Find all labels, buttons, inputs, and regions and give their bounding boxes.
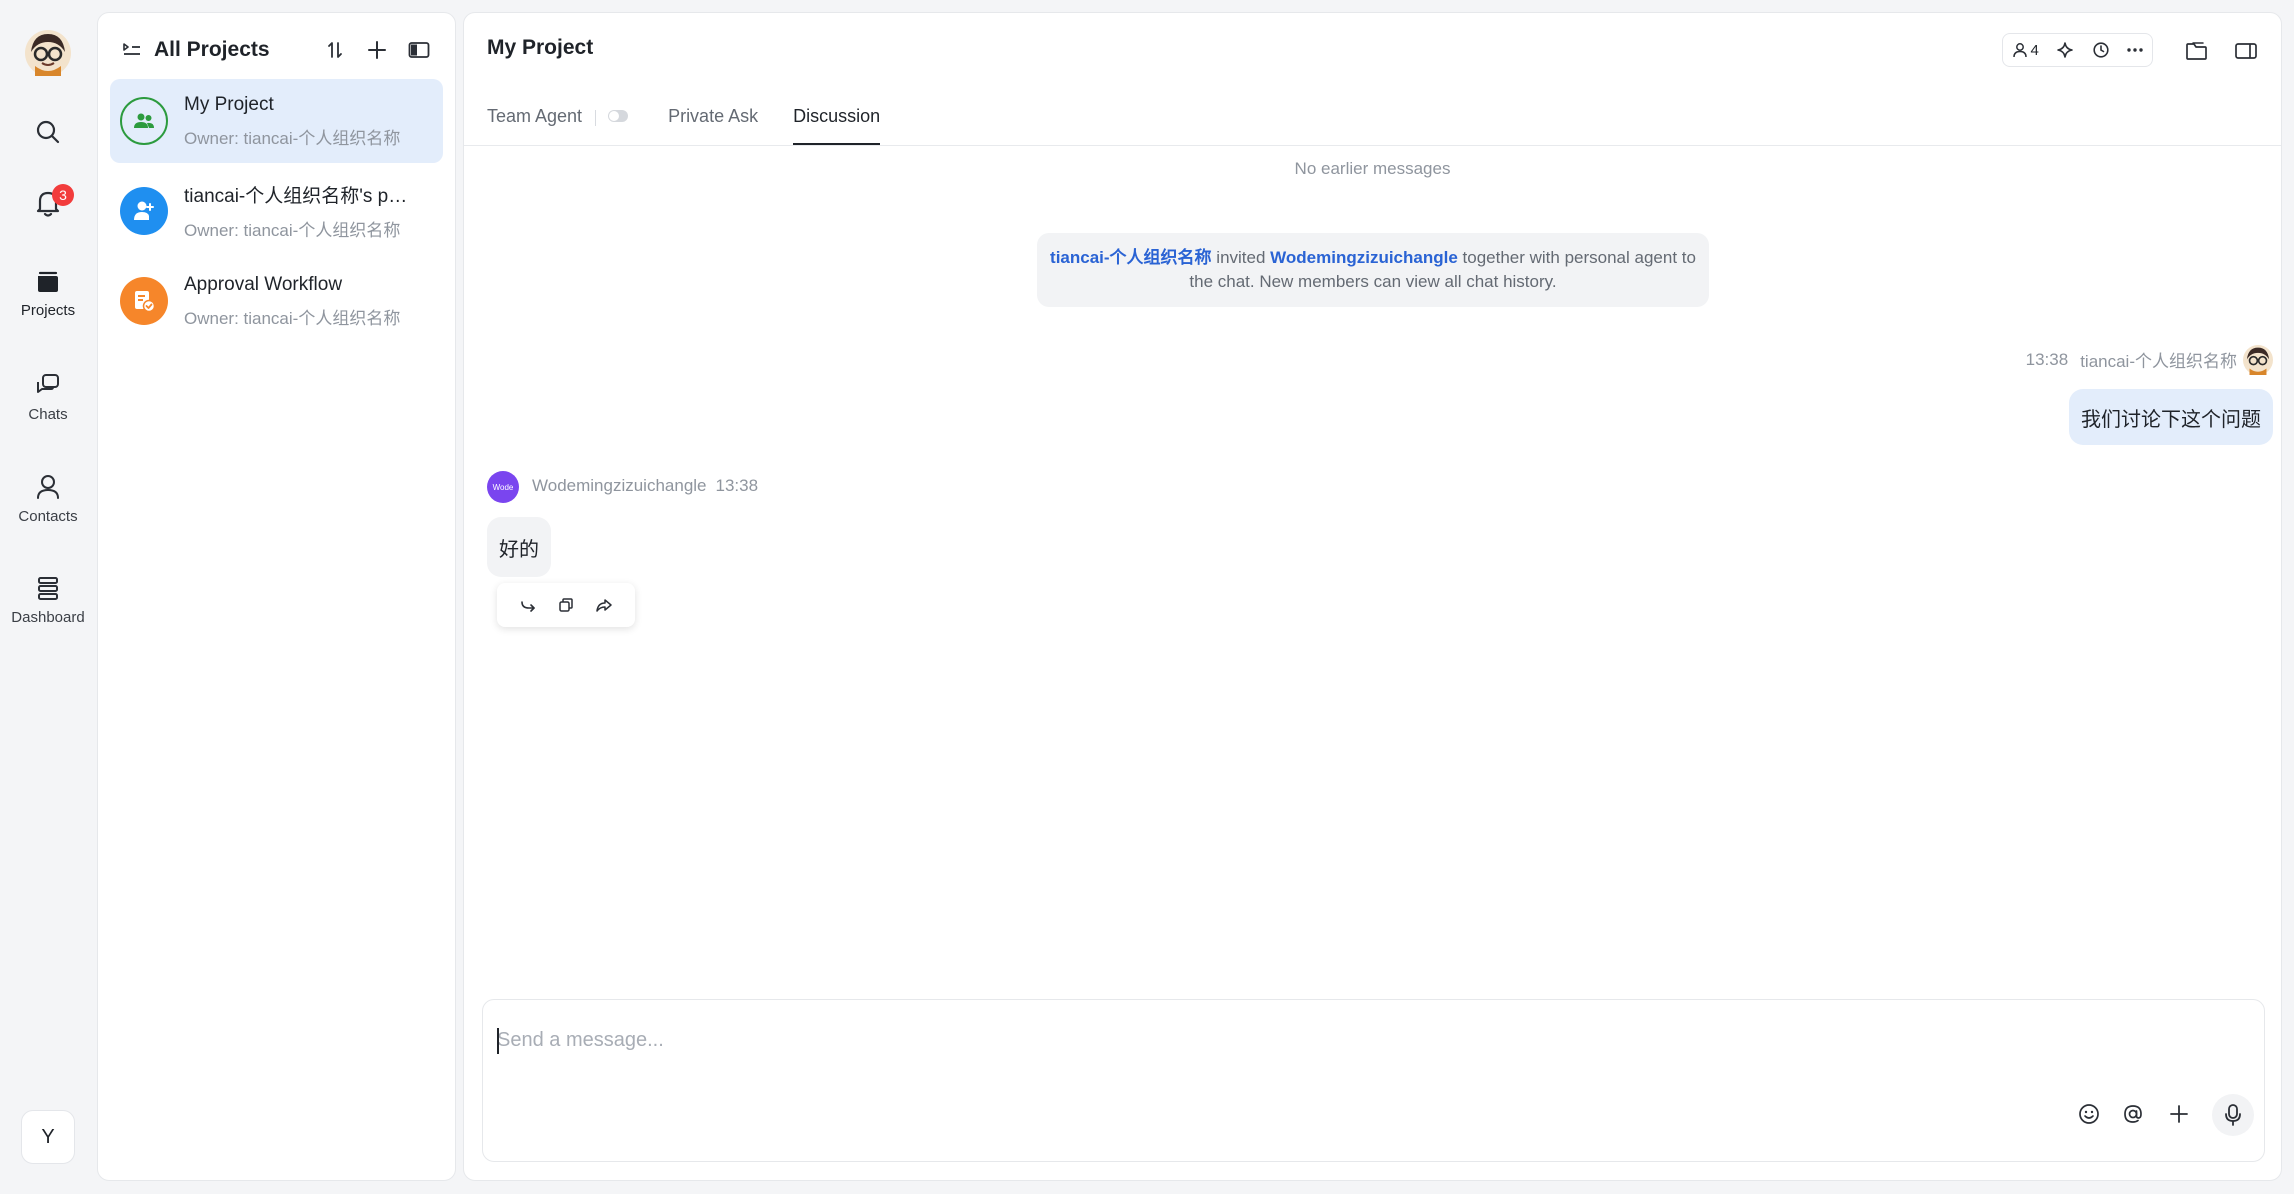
- message-actions: [497, 583, 635, 627]
- nav-dashboard-label: Dashboard: [11, 609, 85, 626]
- outgoing-message-meta: 13:38 tiancai-个人组织名称: [2026, 347, 2237, 372]
- voice-input-button[interactable]: [2212, 1094, 2254, 1136]
- nav-projects[interactable]: Projects: [0, 270, 96, 319]
- stack-icon: [38, 577, 58, 600]
- search-button[interactable]: [0, 118, 96, 146]
- nav-contacts-label: Contacts: [18, 508, 78, 525]
- sender-avatar[interactable]: [2243, 345, 2273, 375]
- project-list-header: All Projects: [98, 13, 455, 87]
- smiley-icon: [2079, 1104, 2099, 1124]
- forward-button[interactable]: [592, 593, 616, 617]
- project-item-approval-workflow[interactable]: Approval Workflow Owner: tiancai-个人组织名称: [110, 259, 443, 343]
- sparkle-icon: [2057, 42, 2073, 58]
- project-list-title: All Projects: [154, 38, 270, 61]
- plus-icon: [368, 41, 386, 59]
- member-count: 4: [2030, 41, 2039, 59]
- tab-divider: [595, 110, 597, 126]
- message-composer: [482, 999, 2265, 1162]
- page-title: My Project: [487, 36, 594, 59]
- document-check-icon: [120, 277, 168, 325]
- emoji-button[interactable]: [2075, 1100, 2103, 1128]
- project-owner: Owner: tiancai-个人组织名称: [184, 308, 401, 328]
- message-time: 13:38: [2025, 349, 2069, 369]
- invitee-name[interactable]: Wodemingzizuichangle: [1270, 248, 1458, 267]
- sort-button[interactable]: [323, 38, 347, 62]
- microphone-icon: [2225, 1104, 2241, 1126]
- more-dots-icon: [2127, 48, 2143, 52]
- nav-dashboard[interactable]: Dashboard: [0, 575, 96, 626]
- notifications-button[interactable]: 3: [0, 184, 96, 218]
- project-name: tiancai-个人组织名称's p…: [184, 186, 408, 207]
- reply-button[interactable]: [516, 593, 540, 617]
- message-input[interactable]: [497, 1020, 2197, 1060]
- add-project-button[interactable]: [365, 38, 389, 62]
- project-list-panel: All Projects My Project Owner: tiancai-个…: [97, 12, 456, 1181]
- tabs-divider: [464, 145, 2281, 146]
- user-menu-button[interactable]: Y: [21, 1110, 75, 1164]
- chat-toolbar: 4: [2002, 33, 2153, 67]
- no-earlier-messages: No earlier messages: [1294, 159, 1451, 178]
- project-item-personal[interactable]: tiancai-个人组织名称's p… Owner: tiancai-个人组织名…: [110, 169, 443, 253]
- message-sender: tiancai-个人组织名称: [2080, 352, 2237, 371]
- incoming-avatar[interactable]: Wode: [487, 471, 519, 503]
- text-cursor: [497, 1028, 499, 1054]
- chat-panel: My Project 4 Team Agent Private Ask Disc…: [463, 12, 2282, 1181]
- tab-discussion[interactable]: Discussion: [793, 93, 881, 145]
- plus-icon: [2170, 1105, 2188, 1123]
- system-text-invited: invited: [1211, 248, 1271, 267]
- inviter-name[interactable]: tiancai-个人组织名称: [1050, 248, 1212, 267]
- copy-icon: [559, 598, 573, 612]
- nav-contacts[interactable]: Contacts: [0, 474, 96, 525]
- notification-badge: 3: [52, 184, 74, 206]
- person-icon: [37, 475, 59, 499]
- tab-team-agent[interactable]: Team Agent: [487, 93, 582, 145]
- project-item-my-project[interactable]: My Project Owner: tiancai-个人组织名称: [110, 79, 443, 163]
- message-time: 13:38: [715, 476, 759, 495]
- incoming-message-bubble[interactable]: 好的: [487, 517, 551, 577]
- sort-icon: [328, 42, 342, 58]
- left-rail: 3 Projects Chats Contacts Dashboard Y: [0, 0, 96, 1194]
- nav-chats[interactable]: Chats: [0, 372, 96, 423]
- person-add-icon: [120, 187, 168, 235]
- nav-projects-label: Projects: [20, 302, 76, 319]
- user-avatar[interactable]: [25, 30, 71, 76]
- folder-open-icon: [2186, 42, 2207, 60]
- person-icon: [2012, 43, 2027, 58]
- system-message: tiancai-个人组织名称 invited Wodemingzizuichan…: [1037, 233, 1709, 307]
- incoming-message-meta: Wodemingzizuichangle 13:38: [532, 476, 758, 496]
- project-owner: Owner: tiancai-个人组织名称: [184, 128, 401, 148]
- outgoing-message-bubble[interactable]: 我们讨论下这个问题: [2069, 389, 2273, 445]
- project-owner: Owner: tiancai-个人组织名称: [184, 221, 401, 240]
- search-icon: [36, 120, 60, 144]
- more-button[interactable]: [2118, 34, 2152, 66]
- list-filter-icon[interactable]: [122, 41, 142, 59]
- reply-arrow-icon: [521, 601, 535, 612]
- sidebar-toggle-icon: [408, 42, 430, 58]
- at-icon: [2124, 1105, 2142, 1123]
- files-button[interactable]: [2183, 37, 2211, 65]
- project-name: My Project: [184, 93, 274, 115]
- project-name: Approval Workflow: [184, 273, 343, 295]
- nav-chats-label: Chats: [28, 406, 68, 423]
- chat-bubbles-icon: [37, 374, 59, 393]
- attach-button[interactable]: [2165, 1100, 2193, 1128]
- tab-private-ask[interactable]: Private Ask: [668, 93, 758, 145]
- share-arrow-icon: [596, 599, 612, 612]
- message-sender: Wodemingzizuichangle: [532, 476, 707, 495]
- team-agent-toggle[interactable]: [608, 110, 629, 122]
- side-panel-button[interactable]: [2232, 37, 2260, 65]
- ai-spark-button[interactable]: [2047, 34, 2083, 66]
- copy-button[interactable]: [554, 593, 578, 617]
- project-team-icon: [120, 97, 168, 145]
- panel-right-icon: [2235, 43, 2257, 59]
- folder-icon: [38, 271, 58, 292]
- mention-button[interactable]: [2119, 1100, 2147, 1128]
- chat-tabs: Team Agent Private Ask Discussion: [487, 93, 915, 145]
- history-button[interactable]: [2083, 34, 2119, 66]
- collapse-sidebar-button[interactable]: [407, 38, 431, 62]
- members-button[interactable]: 4: [2003, 34, 2047, 66]
- clock-icon: [2093, 42, 2109, 58]
